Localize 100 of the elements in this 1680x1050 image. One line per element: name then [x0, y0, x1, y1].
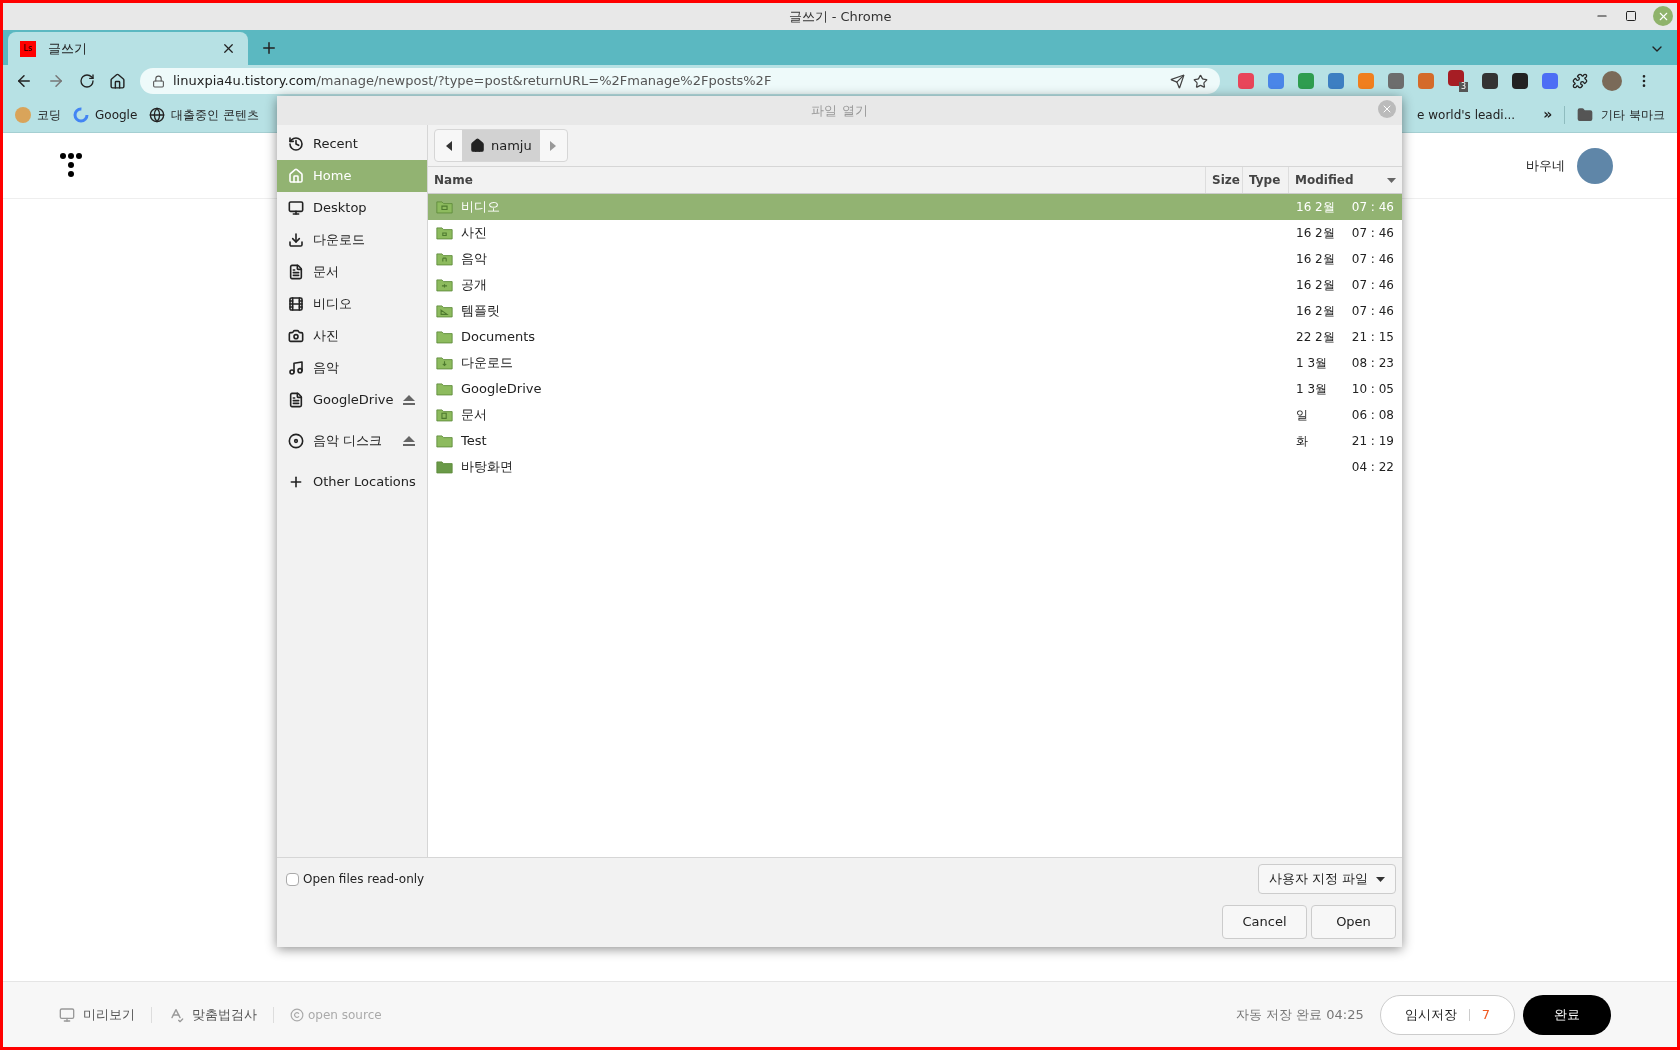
spellcheck-button[interactable]: 맞춤법검사 — [168, 1004, 257, 1025]
file-row[interactable]: 공개 16 2월 07 : 46 — [428, 272, 1402, 298]
bookmark-item[interactable]: 대출중인 콘텐츠 — [149, 105, 260, 124]
file-row[interactable]: Test 화 21 : 19 — [428, 428, 1402, 454]
checkbox[interactable] — [286, 872, 299, 886]
column-header[interactable]: Modified — [1288, 167, 1402, 193]
add-icon — [288, 474, 304, 490]
column-header[interactable]: Size — [1205, 167, 1242, 193]
dialog-title: 파일 열기 — [811, 101, 868, 120]
tab-title: 글쓰기 — [48, 39, 88, 58]
file-row[interactable]: Documents 22 2월 21 : 15 — [428, 324, 1402, 350]
file-row[interactable]: GoogleDrive 1 3월 10 : 05 — [428, 376, 1402, 402]
file-name: 다운로드 — [461, 354, 513, 373]
sidebar-item[interactable]: Recent — [277, 128, 427, 160]
modified-time: 07 : 46 — [1351, 277, 1394, 294]
file-name: 문서 — [461, 406, 487, 425]
file-row[interactable]: 음악 16 2월 07 : 46 — [428, 246, 1402, 272]
bookmark-item[interactable]: Google — [73, 105, 138, 124]
preview-button[interactable]: 미리보기 — [59, 1004, 135, 1025]
path-crumb[interactable]: namju — [462, 130, 540, 161]
modified-date: 16 2월 — [1296, 199, 1336, 216]
modified-time: 21 : 19 — [1351, 433, 1394, 450]
sidebar-item[interactable]: 다운로드 — [277, 224, 427, 256]
checkbox-label: Open files read-only — [303, 871, 425, 888]
folder-icon — [436, 330, 453, 344]
open-source-icon — [290, 1007, 304, 1022]
sidebar-item[interactable]: 사진 — [277, 320, 427, 352]
file-name: Documents — [461, 328, 536, 347]
bookmarks-overflow[interactable]: » — [1543, 104, 1553, 125]
folder-photo-icon — [436, 226, 453, 240]
close-tab-icon[interactable] — [221, 41, 236, 56]
modified-time: 06 : 08 — [1351, 407, 1394, 424]
bookmark-star-icon[interactable] — [1193, 73, 1208, 89]
sidebar-item[interactable]: 비디오 — [277, 288, 427, 320]
folder-icon — [1577, 106, 1594, 123]
sort-icon[interactable] — [1387, 177, 1396, 183]
column-header[interactable]: Type — [1242, 167, 1288, 193]
favicon: Ls — [20, 40, 36, 57]
extension-icon[interactable] — [1482, 73, 1498, 89]
file-row[interactable]: 문서 일 06 : 08 — [428, 402, 1402, 428]
video-icon — [288, 296, 304, 312]
file-type-dropdown[interactable]: 사용자 지정 파일 — [1257, 864, 1396, 894]
modified-time: 08 : 23 — [1351, 355, 1394, 372]
address-field[interactable]: linuxpia4u.tistory.com/manage/newpost/?type=post&returnURL=%2Fmanage%2Fposts%2F — [140, 68, 1220, 94]
back-icon[interactable] — [15, 72, 33, 90]
forward-icon[interactable] — [47, 72, 65, 90]
sidebar-item[interactable]: GoogleDrive — [277, 384, 427, 416]
extensions-icon[interactable] — [1572, 73, 1588, 89]
modified-date: 22 2월 — [1296, 329, 1336, 346]
photo-icon — [288, 328, 304, 344]
reload-icon[interactable] — [79, 73, 95, 89]
lock-icon — [152, 74, 165, 88]
extension-icon[interactable] — [1512, 73, 1528, 89]
folder-music-icon — [436, 252, 453, 266]
modified-time: 04 : 22 — [1351, 459, 1394, 476]
folder-icon — [436, 460, 453, 474]
maximize-icon[interactable] — [1625, 10, 1637, 22]
file-row[interactable]: 다운로드 1 3월 08 : 23 — [428, 350, 1402, 376]
recent-icon — [288, 136, 304, 152]
file-name: GoogleDrive — [461, 380, 542, 399]
file-name: 템플릿 — [461, 302, 500, 321]
cancel-button[interactable]: Cancel — [1222, 905, 1307, 939]
user-name: 바우네 — [1526, 156, 1565, 175]
window-title: 글쓰기 - Chrome — [788, 7, 892, 26]
file-row[interactable]: 바탕화면 04 : 22 — [428, 454, 1402, 480]
open-button[interactable]: Open — [1311, 905, 1396, 939]
column-header[interactable]: Name — [428, 167, 1205, 193]
file-name: 바탕화면 — [461, 458, 513, 477]
extension-icon[interactable] — [1388, 73, 1404, 89]
forward-arrow-icon — [550, 140, 557, 151]
download-icon — [288, 232, 304, 248]
send-icon[interactable] — [1170, 73, 1185, 89]
bookmark-item[interactable]: e world's leadi... — [1417, 105, 1516, 124]
modified-date: 16 2월 — [1296, 225, 1336, 242]
sidebar-item[interactable]: Desktop — [277, 192, 427, 224]
sidebar-item[interactable]: Other Locations — [277, 466, 427, 498]
globe-icon — [149, 106, 166, 123]
folder-video-icon — [436, 200, 453, 214]
sidebar-item[interactable]: 문서 — [277, 256, 427, 288]
browser-tab[interactable]: Ls 글쓰기 — [8, 32, 248, 65]
bookmark-folder[interactable]: 기타 북마크 — [1564, 105, 1665, 124]
publish-button[interactable]: 완료 — [1523, 994, 1611, 1035]
user-avatar[interactable] — [1577, 147, 1613, 184]
home-icon[interactable] — [109, 72, 126, 90]
file-row[interactable]: 사진 16 2월 07 : 46 — [428, 220, 1402, 246]
draft-button[interactable]: 임시저장 7 — [1379, 994, 1515, 1035]
eject-icon[interactable] — [403, 435, 415, 447]
modified-date: 일 — [1296, 407, 1309, 424]
sidebar-item[interactable]: 음악 — [277, 352, 427, 384]
back-arrow-icon — [445, 140, 452, 151]
file-row[interactable]: 템플릿 16 2월 07 : 46 — [428, 298, 1402, 324]
sidebar-item[interactable]: 음악 디스크 — [277, 425, 427, 457]
desktop-icon — [288, 200, 304, 216]
folder-document-icon — [436, 408, 453, 422]
profile-avatar[interactable] — [1602, 71, 1622, 91]
modified-time: 10 : 05 — [1351, 381, 1394, 398]
eject-icon[interactable] — [403, 394, 415, 406]
new-tab-icon[interactable] — [260, 39, 278, 57]
bookmark-item[interactable]: 코딩 — [15, 105, 61, 124]
monitor-icon — [59, 1006, 75, 1023]
